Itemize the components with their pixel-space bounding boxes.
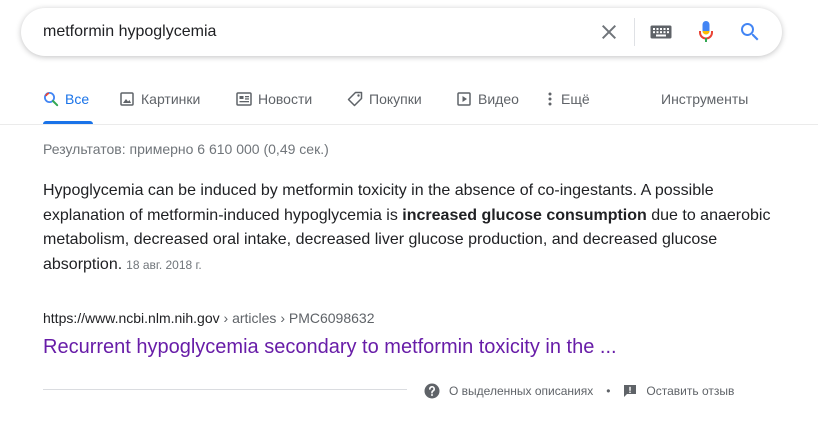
search-tabs: Все Картинки Новости Покупки Видео Ещё И… (0, 84, 818, 124)
tab-label: Картинки (141, 91, 201, 107)
search-icon[interactable] (738, 20, 762, 44)
tools-label: Инструменты (661, 91, 749, 107)
news-icon (236, 91, 252, 107)
tab-label: Покупки (369, 91, 422, 107)
result-stats: Результатов: примерно 6 610 000 (0,49 се… (43, 141, 329, 157)
tools-button[interactable]: Инструменты (661, 84, 748, 124)
footer-separator: • (606, 384, 611, 398)
result-breadcrumbs: › articles › PMC6098632 (219, 310, 375, 326)
tab-shopping[interactable]: Покупки (347, 84, 422, 124)
tab-label: Все (65, 91, 90, 107)
result-domain: https://www.ncbi.nlm.nih.gov (43, 310, 220, 326)
tab-label: Ещё (561, 91, 590, 107)
search-icon (43, 91, 59, 107)
feedback-icon (624, 385, 637, 397)
close-icon[interactable] (597, 20, 621, 44)
snippet-date: 18 авг. 2018 г. (126, 257, 202, 272)
about-snippets-label: О выделенных описаниях (449, 384, 594, 398)
tab-label: Видео (478, 91, 519, 107)
tab-images[interactable]: Картинки (119, 84, 200, 124)
tab-video[interactable]: Видео (456, 84, 519, 124)
tab-label: Новости (258, 91, 313, 107)
more-vert-icon (546, 91, 554, 107)
image-icon (119, 91, 135, 107)
tag-icon (347, 91, 363, 107)
footer-divider (43, 389, 407, 390)
mic-icon[interactable] (694, 20, 718, 44)
keyboard-icon[interactable] (649, 20, 673, 44)
feedback-link[interactable]: Оставить отзыв (623, 384, 734, 398)
search-box (21, 8, 782, 56)
tab-news[interactable]: Новости (236, 84, 312, 124)
snippet-footer: О выделенных описаниях • Оставить отзыв (424, 381, 734, 401)
search-input[interactable] (43, 8, 583, 56)
snippet-highlight: increased glucose consumption (402, 206, 647, 224)
tab-all[interactable]: Все (43, 84, 93, 124)
feedback-label: Оставить отзыв (646, 384, 735, 398)
tabs-divider (0, 124, 818, 125)
about-snippets-link[interactable]: О выделенных описаниях (424, 383, 593, 399)
help-icon (424, 383, 440, 399)
featured-snippet: Hypoglycemia can be induced by metformin… (43, 179, 778, 277)
result-title-link[interactable]: Recurrent hypoglycemia secondary to metf… (43, 336, 617, 359)
result-url[interactable]: https://www.ncbi.nlm.nih.gov › articles … (43, 310, 374, 326)
searchbox-divider (634, 18, 635, 46)
tab-more[interactable]: Ещё (546, 84, 590, 124)
play-icon (456, 91, 472, 107)
